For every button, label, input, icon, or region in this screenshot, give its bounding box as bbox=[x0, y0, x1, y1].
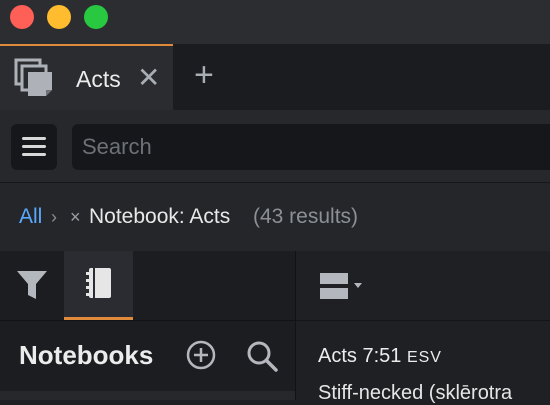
notebook-list-start bbox=[0, 391, 295, 400]
results-panel: Acts 7:51 ESV Stiff-necked (sklērotra bbox=[296, 251, 550, 404]
breadcrumb-filter-label: Notebook: Acts bbox=[89, 205, 231, 228]
bible-version: ESV bbox=[406, 349, 442, 366]
tab-label: Acts bbox=[76, 66, 121, 92]
verse-ref-text: Acts 7:51 bbox=[318, 345, 402, 367]
new-tab-button[interactable]: + bbox=[194, 58, 214, 92]
notebook-icon bbox=[86, 268, 111, 298]
notebooks-title: Notebooks bbox=[19, 340, 154, 370]
verse-reference[interactable]: Acts 7:51 ESV bbox=[318, 345, 442, 368]
layout-dropdown-icon[interactable] bbox=[318, 269, 368, 303]
filter-icon bbox=[17, 271, 47, 299]
add-circle-icon[interactable] bbox=[185, 339, 217, 371]
result-count: (43 results) bbox=[253, 205, 359, 228]
panel-divider bbox=[0, 320, 295, 321]
minimize-window-button[interactable] bbox=[47, 5, 71, 29]
tab-acts[interactable]: Acts ✕ bbox=[0, 44, 173, 110]
search-toolbar bbox=[0, 110, 550, 182]
window-titlebar bbox=[0, 0, 550, 44]
notebooks-panel: Notebooks bbox=[0, 251, 296, 400]
tab-close-icon[interactable]: ✕ bbox=[137, 64, 160, 92]
chevron-right-icon: › bbox=[51, 207, 57, 227]
tab-bar: Acts ✕ + bbox=[0, 44, 550, 111]
filter-button[interactable] bbox=[0, 251, 64, 320]
documents-stack-icon bbox=[14, 58, 52, 96]
panel-divider bbox=[296, 320, 550, 321]
breadcrumb-all-link[interactable]: All bbox=[19, 205, 42, 229]
remove-filter-icon[interactable]: × bbox=[70, 207, 81, 228]
zoom-window-button[interactable] bbox=[84, 5, 108, 29]
search-icon[interactable] bbox=[245, 339, 279, 373]
close-window-button[interactable] bbox=[10, 5, 34, 29]
menu-button[interactable] bbox=[11, 124, 57, 170]
breadcrumb: All › × Notebook: Acts (43 results) bbox=[0, 182, 550, 251]
notebook-tab-button[interactable] bbox=[64, 251, 133, 320]
search-input[interactable] bbox=[72, 124, 550, 170]
verse-text: Stiff-necked (sklērotra bbox=[318, 382, 513, 404]
